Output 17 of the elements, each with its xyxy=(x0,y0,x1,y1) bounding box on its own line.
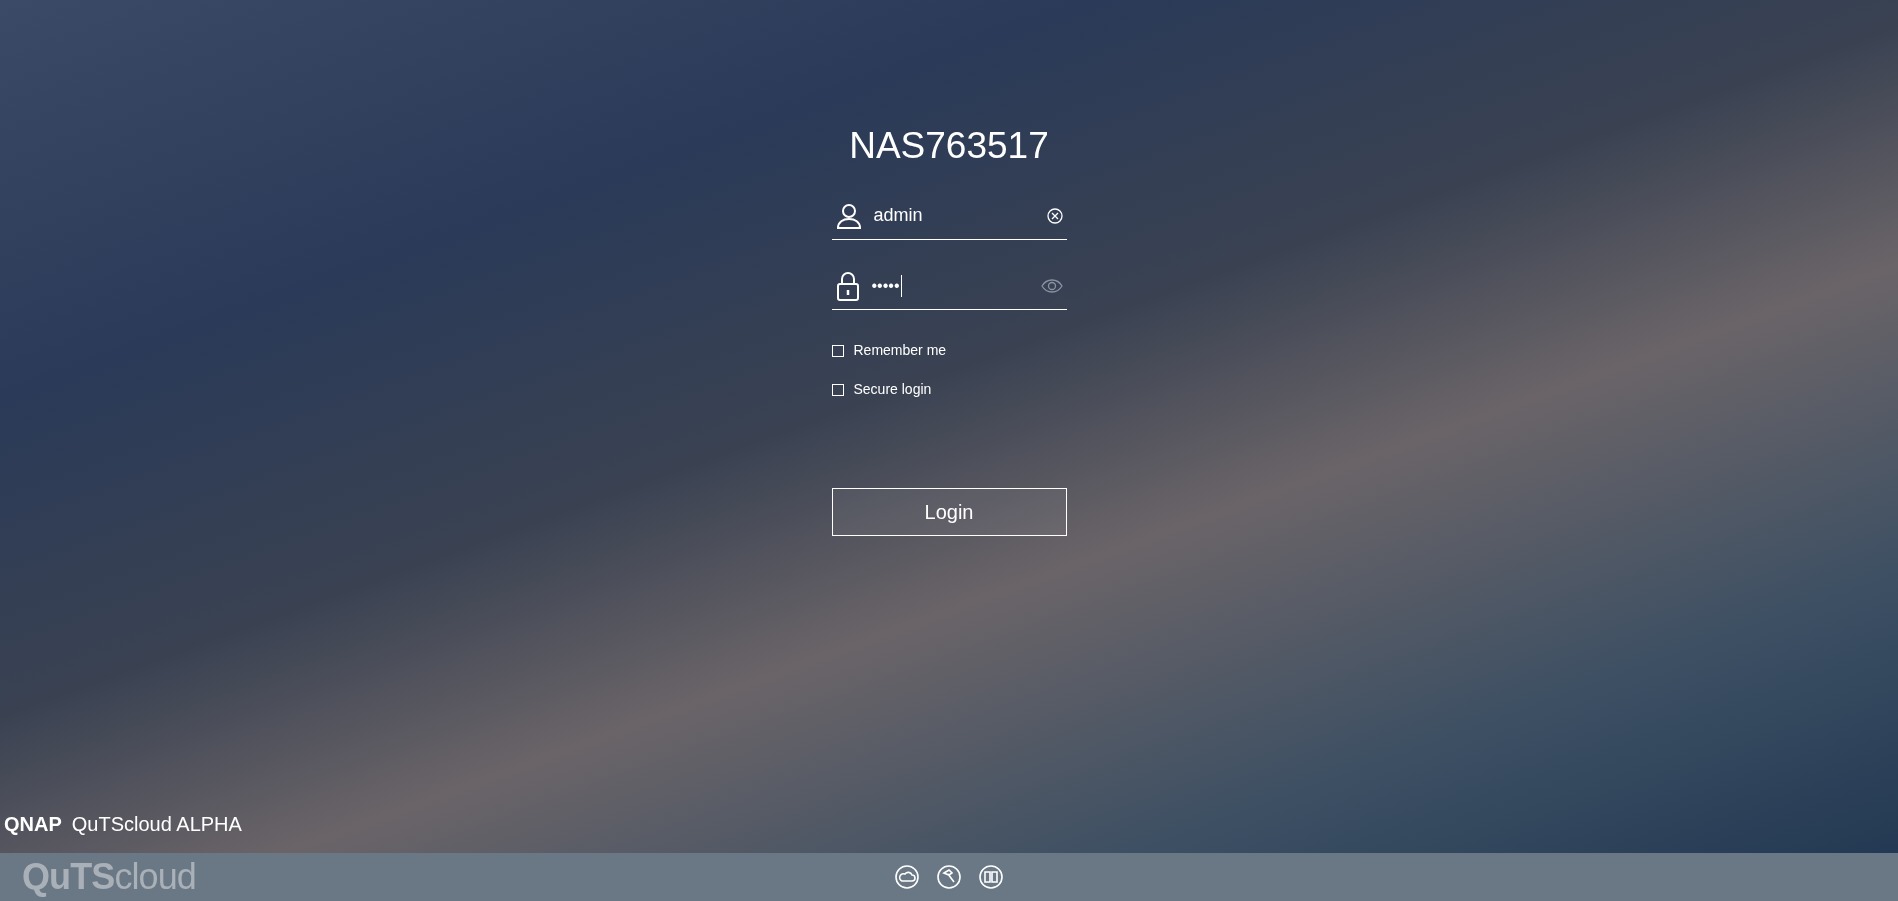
device-name: NAS763517 xyxy=(849,124,1049,168)
checkbox[interactable] xyxy=(831,344,844,357)
footer-logo: QuTScloud xyxy=(22,859,196,895)
clear-icon[interactable] xyxy=(1046,207,1063,224)
login-button[interactable]: Login xyxy=(831,488,1067,536)
book-icon[interactable] xyxy=(979,865,1003,889)
option-label: Remember me xyxy=(853,341,947,360)
eye-icon[interactable] xyxy=(1040,278,1063,293)
company-name: QNAP xyxy=(4,812,62,837)
lock-icon xyxy=(835,270,860,301)
user-icon xyxy=(835,202,862,229)
checkbox[interactable] xyxy=(831,383,844,396)
option-label: Secure login xyxy=(853,380,932,399)
password-field[interactable]: ••••• xyxy=(831,262,1067,310)
username-field[interactable]: admin xyxy=(831,192,1067,240)
product-name: QuTScloud ALPHA xyxy=(71,812,242,837)
cloud-icon[interactable] xyxy=(895,865,919,889)
